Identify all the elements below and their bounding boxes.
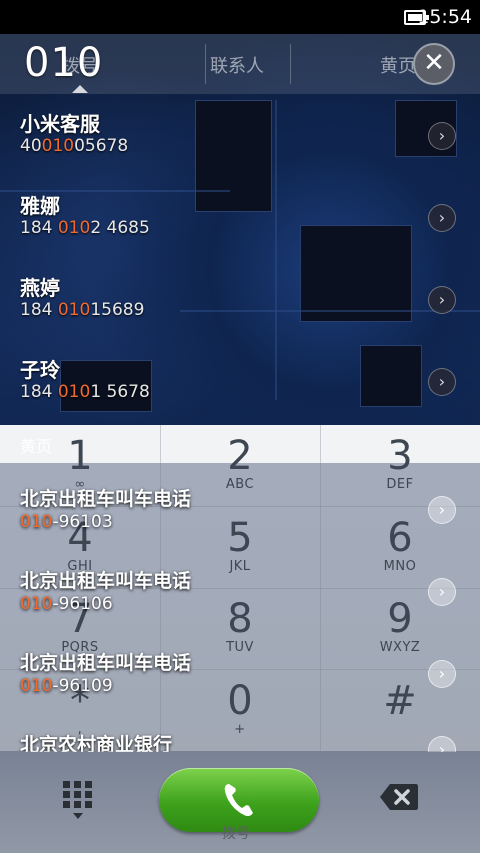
list-item[interactable]: 北京农村商业银行 › <box>0 730 480 752</box>
chevron-right-icon[interactable]: › <box>428 736 456 752</box>
number-suffix: 1 5678 <box>90 382 150 402</box>
listing-number: 010-96106 <box>20 594 113 614</box>
number-match: 010 <box>57 300 91 320</box>
list-item[interactable]: 北京出租车叫车电话 010-96103 › <box>0 484 480 566</box>
number-match: 010 <box>57 382 91 402</box>
number-match: 010 <box>57 218 91 238</box>
close-icon[interactable]: ✕ <box>413 43 455 85</box>
key-digit: 1 <box>67 433 93 479</box>
contact-number: 184 0102 4685 <box>20 218 150 238</box>
number-suffix: -96106 <box>52 594 113 614</box>
tab-contacts[interactable]: 联系人 <box>210 52 264 78</box>
list-item[interactable]: 北京出租车叫车电话 010-96109 › <box>0 648 480 730</box>
listing-name: 北京出租车叫车电话 <box>20 488 192 510</box>
chevron-right-icon[interactable]: › <box>428 496 456 524</box>
number-suffix: 05678 <box>74 136 129 156</box>
chevron-right-icon[interactable]: › <box>428 368 456 396</box>
number-prefix: 40 <box>20 136 42 156</box>
chevron-right-icon[interactable]: › <box>428 578 456 606</box>
list-item[interactable]: 子玲 184 0101 5678 › <box>0 340 480 422</box>
chevron-right-icon[interactable]: › <box>428 204 456 232</box>
contact-number: 4001005678 <box>20 136 128 156</box>
number-match: 010 <box>20 676 53 696</box>
listing-name: 北京出租车叫车电话 <box>20 652 192 674</box>
number-match: 010 <box>41 136 75 156</box>
list-item[interactable]: 北京出租车叫车电话 010-96106 › <box>0 566 480 648</box>
number-match: 010 <box>20 512 53 532</box>
key-digit: 2 <box>227 433 253 479</box>
number-prefix: 184 <box>20 218 58 238</box>
status-time: 15:54 <box>417 6 472 28</box>
call-label: 拨号 <box>222 826 250 842</box>
phone-icon <box>224 784 253 817</box>
list-item[interactable]: 燕婷 184 01015689 › <box>0 258 480 340</box>
chevron-right-icon[interactable]: › <box>428 660 456 688</box>
bottom-action-bar: 拨号 <box>0 751 480 853</box>
chevron-down-icon <box>73 813 83 819</box>
contact-name: 小米客服 <box>20 112 100 136</box>
status-bar: 15:54 <box>0 0 480 34</box>
contact-name: 燕婷 <box>20 276 60 300</box>
listing-name: 北京出租车叫车电话 <box>20 570 192 592</box>
list-item[interactable]: 雅娜 184 0102 4685 › <box>0 176 480 258</box>
number-suffix: -96109 <box>52 676 113 696</box>
chevron-right-icon[interactable]: › <box>428 286 456 314</box>
backspace-icon[interactable] <box>380 784 418 810</box>
number-suffix: 15689 <box>90 300 145 320</box>
contact-number: 184 0101 5678 <box>20 382 150 402</box>
list-item[interactable]: 小米客服 4001005678 › <box>0 94 480 176</box>
chevron-right-icon[interactable]: › <box>428 122 456 150</box>
contact-name: 雅娜 <box>20 194 60 218</box>
key-digit: 3 <box>387 433 413 479</box>
contact-name: 子玲 <box>20 358 60 382</box>
tab-divider <box>205 44 206 84</box>
number-match: 010 <box>20 594 53 614</box>
keypad-icon[interactable] <box>63 781 93 811</box>
dial-number-display[interactable]: 010 <box>24 40 103 86</box>
number-suffix: 2 4685 <box>90 218 150 238</box>
contact-number: 184 01015689 <box>20 300 144 320</box>
listing-number: 010-96103 <box>20 512 113 532</box>
tab-yellow-pages[interactable]: 黄页 <box>380 52 416 78</box>
tab-indicator <box>72 85 88 93</box>
number-prefix: 184 <box>20 382 58 402</box>
number-suffix: -96103 <box>52 512 113 532</box>
listing-number: 010-96109 <box>20 676 113 696</box>
number-prefix: 184 <box>20 300 58 320</box>
tab-divider <box>290 44 291 84</box>
listing-name: 北京农村商业银行 <box>20 734 173 752</box>
